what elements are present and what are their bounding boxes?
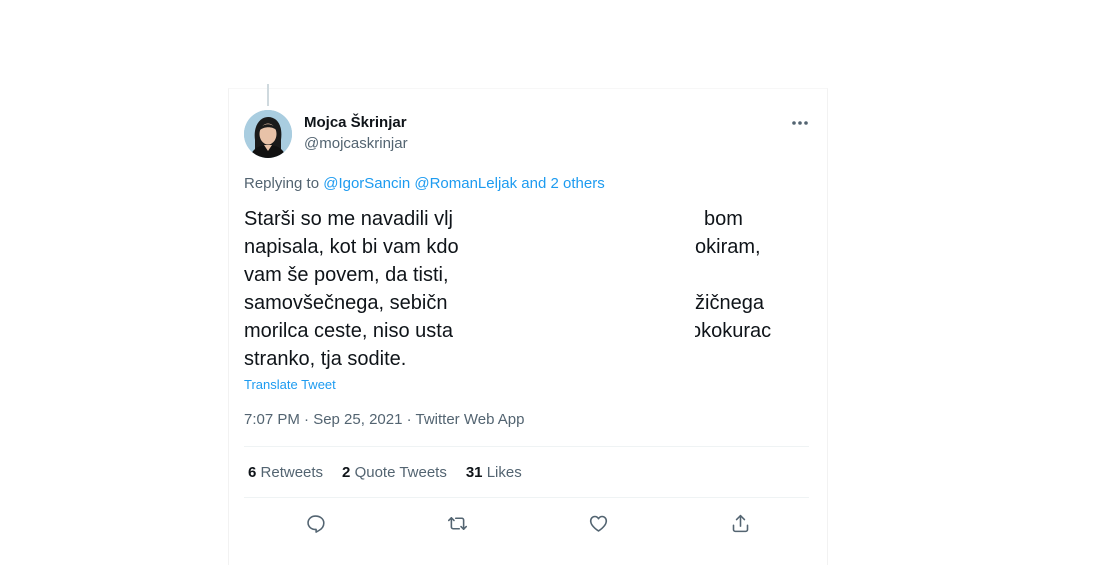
tweet-fragment: samovšečnega, sebičn [244,292,448,314]
divider [244,497,809,498]
translate-tweet-link[interactable]: Translate Tweet [244,377,336,392]
retweet-button[interactable] [444,510,470,536]
mention-igorsancin[interactable]: @IgorSancin [323,175,410,192]
retweets-label: Retweets [260,464,324,481]
tweet-fragment: Starši so me navadili vlj [244,208,453,230]
author-handle[interactable]: @mojcaskrinjar [304,135,408,152]
tweet-fragment: napisala, kot bi vam kdo [244,236,459,258]
tweet-page: Mojca Škrinjar @mojcaskrinjar Replying t… [0,0,1113,565]
share-icon [732,514,748,532]
retweets-stat[interactable]: 6 Retweets [248,464,323,481]
tweet-fragment: morilca ceste, niso usta [244,320,453,342]
likes-stat[interactable]: 31 Likes [466,464,522,481]
quote-tweets-label: Quote Tweets [354,464,447,481]
thread-connector-line [267,84,269,106]
more-horizontal-icon [792,121,808,125]
tweet-fragment: bom [704,208,743,230]
mention-others[interactable]: and 2 others [521,175,604,192]
tweet-fragment: stranko, tja sodite. [244,348,407,370]
avatar[interactable] [244,110,292,158]
replying-to-label: Replying to [244,175,324,192]
share-button[interactable] [727,510,753,536]
quote-tweets-stat[interactable]: 2 Quote Tweets [342,464,447,481]
author-display-name[interactable]: Mojca Škrinjar [304,114,407,131]
replying-to-line: Replying to @IgorSancin @RomanLeljak and… [244,175,605,192]
more-options-button[interactable] [786,112,814,134]
tweet-fragment: okiram, [695,236,761,258]
tweet-timestamp-source[interactable]: 7:07 PM · Sep 25, 2021 · Twitter Web App [244,411,524,428]
retweets-count: 6 [248,464,257,481]
tweet-fragment: vam še povem, da tisti, [244,264,449,286]
like-icon [589,515,607,532]
reply-icon [306,514,325,533]
likes-label: Likes [486,464,522,481]
redaction-block [490,196,695,374]
profile-photo-icon [244,110,292,158]
tweet-fragment: žičnega [695,292,764,314]
mention-romanleljak[interactable]: @RomanLeljak [414,175,517,192]
like-button[interactable] [585,510,611,536]
engagement-stats: 6 Retweets 2 Quote Tweets 31 Likes [248,464,522,481]
likes-count: 31 [465,464,483,481]
retweet-icon [447,516,467,530]
reply-button[interactable] [302,510,328,536]
tweet-fragment: okokurac [690,320,772,342]
quote-tweets-count: 2 [342,464,351,481]
divider [244,446,809,447]
